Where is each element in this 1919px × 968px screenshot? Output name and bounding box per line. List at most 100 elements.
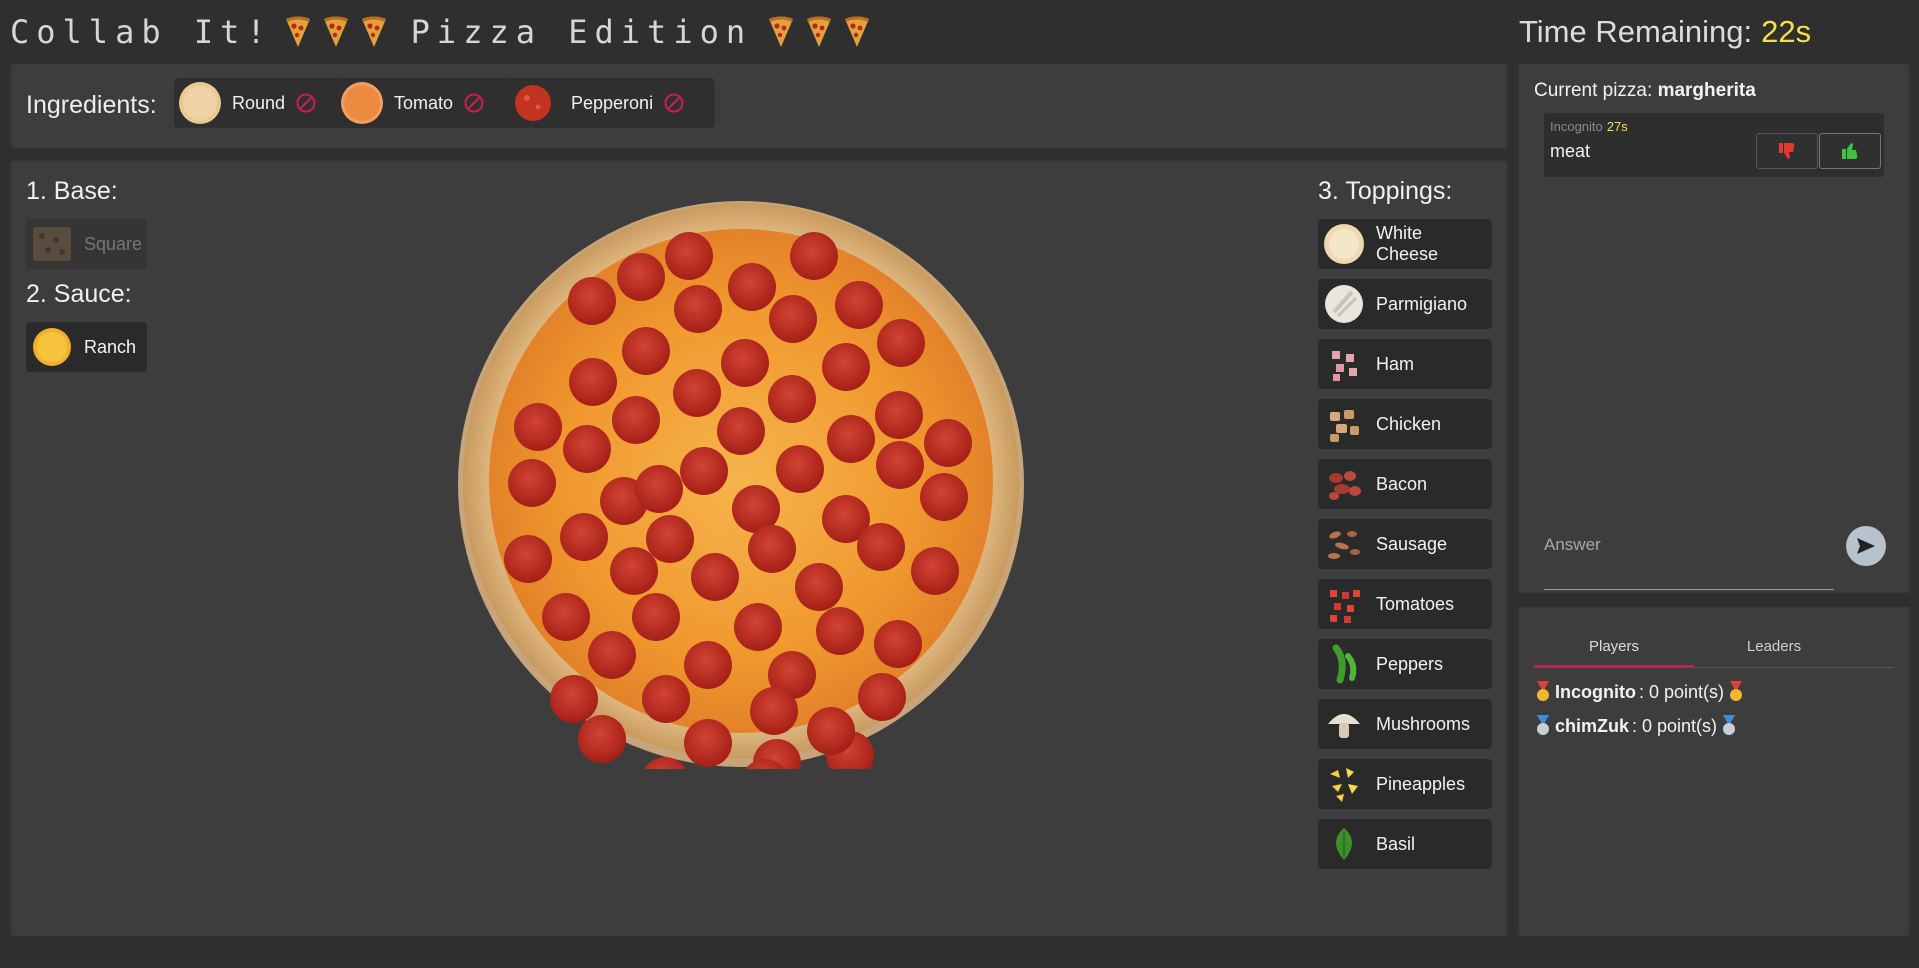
answer-underline — [1544, 555, 1834, 590]
pepperoni-slice — [610, 547, 658, 595]
topping-chicken[interactable]: Chicken — [1318, 399, 1492, 449]
pepperoni-slice — [504, 535, 552, 583]
tomato-sauce-icon — [341, 82, 383, 124]
pepperoni-slice — [588, 631, 636, 679]
timer-value: 22s — [1761, 14, 1812, 49]
topping-label: Tomatoes — [1376, 593, 1455, 614]
pepperoni-slice — [569, 358, 617, 406]
pepperoni-slice — [642, 675, 690, 723]
topping-label: White Cheese — [1376, 223, 1439, 264]
pepperoni-slice — [858, 673, 906, 721]
thumbs-down-button[interactable] — [1756, 133, 1818, 169]
topping-parmigiano[interactable]: Parmigiano — [1318, 279, 1492, 329]
send-button[interactable] — [1846, 526, 1886, 566]
silver-medal-icon — [1537, 715, 1549, 735]
pepperoni-slice — [508, 459, 556, 507]
chat-message: Incognito 27s meat — [1544, 113, 1884, 177]
pepperoni-slice — [920, 473, 968, 521]
pepperoni-slice — [876, 441, 924, 489]
title-right: Pizza Edition — [410, 13, 753, 51]
gold-medal-icon — [1730, 681, 1743, 701]
base-label: Square — [84, 233, 143, 254]
pepperoni-slice — [924, 419, 972, 467]
topping-label: Sausage — [1376, 533, 1448, 554]
pepperoni-slice — [542, 593, 590, 641]
pepperoni-slice — [691, 553, 739, 601]
pepperoni-slice — [560, 513, 608, 561]
sauce-option-ranch[interactable]: Ranch — [26, 322, 147, 372]
topping-tomatoes[interactable]: Tomatoes — [1318, 579, 1492, 629]
pizza-slice-icon — [804, 15, 834, 49]
pizza-workspace: 1. Base: Square 2. Sauce: Ranch 3. Toppi… — [10, 159, 1508, 936]
pepperoni-slice — [568, 277, 616, 325]
tab-leaders[interactable]: Leaders — [1694, 627, 1854, 667]
pepperoni-icon — [515, 85, 551, 121]
player-name: Incognito — [1555, 681, 1636, 702]
pizza-slice-icon — [359, 15, 389, 49]
chat-panel: Current pizza: margherita Incognito 27s m… — [1518, 62, 1910, 593]
pepperoni-slice — [514, 403, 562, 451]
topping-label: Basil — [1376, 833, 1416, 854]
gold-medal-icon — [1537, 681, 1549, 701]
thumbs-up-button[interactable] — [1819, 133, 1881, 169]
pepperoni-slice — [578, 715, 626, 763]
pepperoni-slice — [911, 547, 959, 595]
topping-ham[interactable]: Ham — [1318, 339, 1492, 389]
tab-players[interactable]: Players — [1534, 627, 1694, 667]
topping-label: Bacon — [1376, 473, 1428, 494]
pepperoni-slice — [684, 719, 732, 767]
pepperoni-slice — [684, 641, 732, 689]
pepperoni-slice — [790, 232, 838, 280]
pepperoni-slice — [635, 465, 683, 513]
pepperoni-slice — [748, 525, 796, 573]
sauce-label: Ranch — [84, 336, 137, 357]
pepperoni-slice — [822, 343, 870, 391]
remove-icon[interactable] — [463, 92, 485, 114]
topping-bacon[interactable]: Bacon — [1318, 459, 1492, 509]
pepperoni-slice — [807, 707, 855, 755]
active-tab-indicator — [1534, 665, 1694, 668]
message-user: Incognito — [1550, 119, 1603, 134]
pepperoni-slice — [875, 391, 923, 439]
player-row: Incognito: 0 point(s) — [1534, 679, 1745, 705]
pepperoni-slice — [550, 675, 598, 723]
app-title: Collab It! Pizza Edition — [10, 8, 894, 56]
pepperoni-slice — [795, 563, 843, 611]
message-text: meat — [1550, 141, 1591, 161]
pepperoni-slice — [622, 327, 670, 375]
topping-peppers[interactable]: Peppers — [1318, 639, 1492, 689]
pepperoni-slice — [776, 445, 824, 493]
ingredient-chip-round: Round — [174, 78, 348, 128]
pizza-slice-icon — [842, 15, 872, 49]
silver-medal-icon — [1723, 715, 1736, 735]
pepperoni-slice — [646, 515, 694, 563]
topping-white-cheese[interactable]: White Cheese — [1318, 219, 1492, 269]
time-remaining: Time Remaining: 22s — [1519, 8, 1811, 56]
topping-label: Peppers — [1376, 653, 1444, 674]
topping-pineapples[interactable]: Pineapples — [1318, 759, 1492, 809]
remove-icon[interactable] — [295, 92, 317, 114]
pepperoni-slice — [827, 415, 875, 463]
current-pizza-label: Current pizza: — [1534, 80, 1653, 101]
message-time: 27s — [1606, 119, 1628, 134]
topping-sausage[interactable]: Sausage — [1318, 519, 1492, 569]
pepperoni-slice — [874, 620, 922, 668]
topping-basil[interactable]: Basil — [1318, 819, 1492, 869]
player-score: : 0 point(s) — [1638, 681, 1725, 702]
base-option-square[interactable]: Square — [26, 219, 147, 269]
pepperoni-slice — [721, 339, 769, 387]
pepperoni-slice — [674, 285, 722, 333]
bacon-icon — [1329, 471, 1361, 500]
pepperoni-slice — [665, 232, 713, 280]
thumbs-down-icon — [1779, 143, 1795, 159]
topping-mushrooms[interactable]: Mushrooms — [1318, 699, 1492, 749]
ingredient-name: Tomato — [394, 92, 454, 113]
pepperoni-slice — [835, 281, 883, 329]
pizza-canvas — [458, 201, 1024, 769]
remove-icon[interactable] — [663, 92, 685, 114]
pepperoni-slice — [768, 375, 816, 423]
pepperoni-slice — [734, 603, 782, 651]
thumbs-up-icon — [1842, 143, 1858, 159]
player-score: : 0 point(s) — [1632, 715, 1718, 736]
basil-icon — [1336, 828, 1352, 860]
